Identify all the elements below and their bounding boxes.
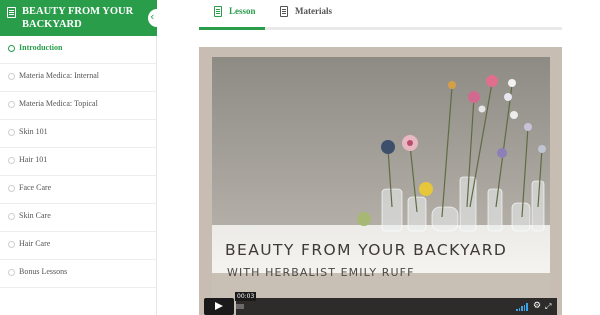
lesson-item-face-care[interactable]: Face Care	[0, 176, 157, 204]
status-circle-icon	[8, 269, 15, 276]
tab-lesson[interactable]: Lesson	[214, 3, 264, 27]
status-circle-icon	[8, 185, 15, 192]
lesson-item-bonus-lessons[interactable]: Bonus Lessons	[0, 260, 157, 288]
status-circle-icon	[8, 73, 15, 80]
lesson-list: Introduction Materia Medica: Internal Ma…	[0, 36, 157, 288]
video-title: BEAUTY FROM YOUR BACKYARD	[225, 241, 508, 259]
tab-materials[interactable]: Materials	[280, 3, 350, 27]
status-circle-icon	[8, 129, 15, 136]
lesson-label: Materia Medica: Topical	[19, 99, 98, 108]
lesson-item-introduction[interactable]: Introduction	[0, 36, 157, 64]
lesson-label: Skin 101	[19, 127, 48, 136]
status-circle-icon	[8, 101, 15, 108]
volume-icon[interactable]	[516, 303, 528, 311]
status-circle-icon	[8, 45, 15, 52]
lesson-item-materia-medica-topical[interactable]: Materia Medica: Topical	[0, 92, 157, 120]
lesson-item-skin-care[interactable]: Skin Care	[0, 204, 157, 232]
status-circle-icon	[8, 213, 15, 220]
chevron-left-icon: ‹	[150, 10, 155, 23]
course-title: BEAUTY FROM YOUR BACKYARD	[22, 6, 134, 30]
current-time: 00:03	[235, 292, 257, 301]
content-tabs: Lesson Materials	[199, 0, 562, 30]
lesson-label: Skin Care	[19, 211, 51, 220]
lesson-item-materia-medica-internal[interactable]: Materia Medica: Internal	[0, 64, 157, 92]
lesson-label: Introduction	[19, 43, 63, 52]
document-icon	[7, 7, 16, 18]
notebook-icon	[280, 6, 288, 17]
lesson-label: Hair 101	[19, 155, 48, 164]
collapse-sidebar-button[interactable]: ‹	[148, 9, 160, 27]
document-icon	[214, 6, 222, 17]
play-button[interactable]	[204, 298, 234, 315]
lesson-item-hair-care[interactable]: Hair Care	[0, 232, 157, 260]
lesson-label: Materia Medica: Internal	[19, 71, 99, 80]
progress-bar[interactable]	[236, 298, 512, 315]
lesson-label: Hair Care	[19, 239, 51, 248]
course-header: BEAUTY FROM YOUR BACKYARD	[0, 0, 157, 36]
lesson-label: Face Care	[19, 183, 52, 192]
status-circle-icon	[8, 157, 15, 164]
sidebar: BEAUTY FROM YOUR BACKYARD ‹ Introduction…	[0, 0, 160, 315]
video-controls: 00:03 ⚙ ⤢	[204, 292, 557, 315]
video-player[interactable]: BEAUTY FROM YOUR BACKYARD WITH HERBALIST…	[199, 47, 562, 315]
settings-gear-icon[interactable]: ⚙	[533, 301, 541, 312]
video-subtitle: WITH HERBALIST EMILY RUFF	[227, 266, 415, 279]
tab-label: Materials	[295, 6, 332, 16]
active-tab-indicator	[199, 27, 265, 30]
player-right-controls: ⚙ ⤢	[512, 298, 557, 315]
status-circle-icon	[8, 241, 15, 248]
lesson-item-hair-101[interactable]: Hair 101	[0, 148, 157, 176]
fullscreen-icon[interactable]: ⤢	[545, 301, 551, 312]
lesson-item-skin-101[interactable]: Skin 101	[0, 120, 157, 148]
lesson-label: Bonus Lessons	[19, 267, 68, 276]
tab-label: Lesson	[229, 6, 256, 16]
progress-fill	[236, 304, 244, 309]
